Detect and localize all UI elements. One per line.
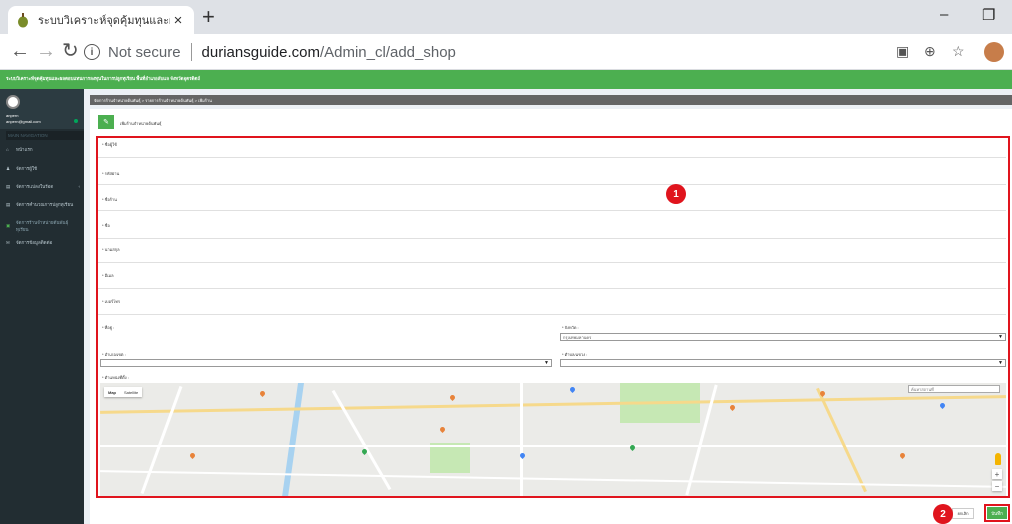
- address-separator: [190, 43, 192, 61]
- forward-arrow-icon[interactable]: →: [36, 40, 56, 62]
- list-icon: ▤: [6, 201, 11, 207]
- sidebar-item-plots[interactable]: ▤ จัดการแปลงในร้อด ‹: [6, 183, 80, 190]
- annotation-number-2: 2: [933, 504, 953, 524]
- sidebar-item-label: จัดการผู้ใช้: [16, 166, 38, 171]
- box-title: เพิ่มร้านจำหน่ายต้นพันธุ์: [120, 121, 162, 126]
- user-icon: ♟: [6, 165, 11, 171]
- shop-icon: ▣: [6, 223, 11, 228]
- annotation-box-2: [984, 504, 1010, 522]
- browser-tabstrip: ระบบวิเคราะห์จุดคุ้มทุนและผลตอบแทน × + –…: [0, 0, 1012, 34]
- not-secure-label: Not secure: [108, 43, 181, 61]
- sidebar-item-label: หน้าแรก: [16, 147, 33, 152]
- window-minimize-button[interactable]: –: [940, 6, 948, 23]
- tab-title: ระบบวิเคราะห์จุดคุ้มทุนและผลตอบแทน: [38, 15, 170, 27]
- browser-toolbar: ← → ↻ i Not secure duriansguide.com /Adm…: [0, 34, 1012, 70]
- url-path: /Admin_cl/add_shop: [319, 43, 456, 61]
- add-shop-icon[interactable]: ✎: [98, 115, 114, 129]
- sidebar-item-users[interactable]: ♟ จัดการผู้ใช้: [6, 165, 80, 172]
- tab-close-icon[interactable]: ×: [170, 12, 186, 29]
- chevron-left-icon: ‹: [78, 184, 81, 189]
- sidebar-item-label: จัดการข้อมูลติดต่อ: [16, 240, 53, 245]
- sidebar-item-contact[interactable]: ✉ จัดการข้อมูลติดต่อ: [6, 239, 80, 246]
- back-arrow-icon[interactable]: ←: [10, 40, 30, 62]
- contact-icon: ✉: [6, 239, 10, 245]
- window-restore-button[interactable]: ❐: [982, 6, 995, 24]
- browser-tab[interactable]: ระบบวิเคราะห์จุดคุ้มทุนและผลตอบแทน ×: [8, 6, 194, 34]
- home-icon: ⌂: [6, 147, 9, 152]
- user-avatar: [6, 95, 20, 109]
- durian-favicon-icon: [18, 13, 28, 28]
- sidebar: anpern anpern@gmail.com MAIN NAVIGATION …: [0, 89, 84, 524]
- annotation-box-1: [96, 136, 1010, 498]
- breadcrumb-text[interactable]: จัดการร้านจำหน่ายต้นพันธุ์ > รายการร้านจ…: [94, 97, 212, 104]
- screen: ระบบวิเคราะห์จุดคุ้มทุนและผลตอบแทน × + –…: [0, 0, 1012, 524]
- online-status-icon: [74, 119, 78, 123]
- translate-icon[interactable]: ▣: [896, 43, 909, 60]
- app-header-title: ระบบวิเคราะห์จุดคุ้มทุนและผลตอบแทนการลงท…: [6, 76, 201, 81]
- sidebar-item-label: จัดการร้านจำหน่ายต้นพันธุ์ทุเรียน: [15, 220, 69, 232]
- new-tab-button[interactable]: +: [202, 6, 215, 28]
- sidebar-item-label: จัดการคำนวณการปลูกทุเรียน: [16, 202, 74, 207]
- zoom-icon[interactable]: ⊕: [924, 43, 936, 60]
- sidebar-item-shops[interactable]: ▣ จัดการร้านจำหน่ายต้นพันธุ์ทุเรียน: [6, 219, 80, 233]
- user-email: anpern@gmail.com: [6, 119, 41, 124]
- info-icon[interactable]: i: [84, 44, 100, 60]
- reload-icon[interactable]: ↻: [62, 40, 79, 62]
- sidebar-item-label: จัดการแปลงในร้อด: [16, 184, 54, 189]
- sidebar-item-home[interactable]: ⌂ หน้าแรก: [6, 146, 80, 153]
- main-navigation-header: MAIN NAVIGATION: [6, 131, 84, 140]
- url-host: duriansguide.com: [201, 43, 320, 61]
- user-panel: anpern anpern@gmail.com: [0, 89, 84, 129]
- breadcrumb: จัดการร้านจำหน่ายต้นพันธุ์ > รายการร้านจ…: [90, 95, 1012, 105]
- profile-avatar[interactable]: [984, 42, 1004, 62]
- address-bar[interactable]: i Not secure duriansguide.com /Admin_cl/…: [84, 39, 924, 65]
- app-header: ระบบวิเคราะห์จุดคุ้มทุนและผลตอบแทนการลงท…: [0, 70, 1012, 89]
- list-icon: ▤: [6, 183, 11, 189]
- sidebar-item-calculation[interactable]: ▤ จัดการคำนวณการปลูกทุเรียน: [6, 201, 80, 208]
- bookmark-star-icon[interactable]: ☆: [952, 43, 965, 60]
- cancel-button[interactable]: ยกเลิก: [952, 508, 974, 519]
- annotation-number-1: 1: [666, 184, 686, 204]
- user-name: anpern: [6, 113, 19, 118]
